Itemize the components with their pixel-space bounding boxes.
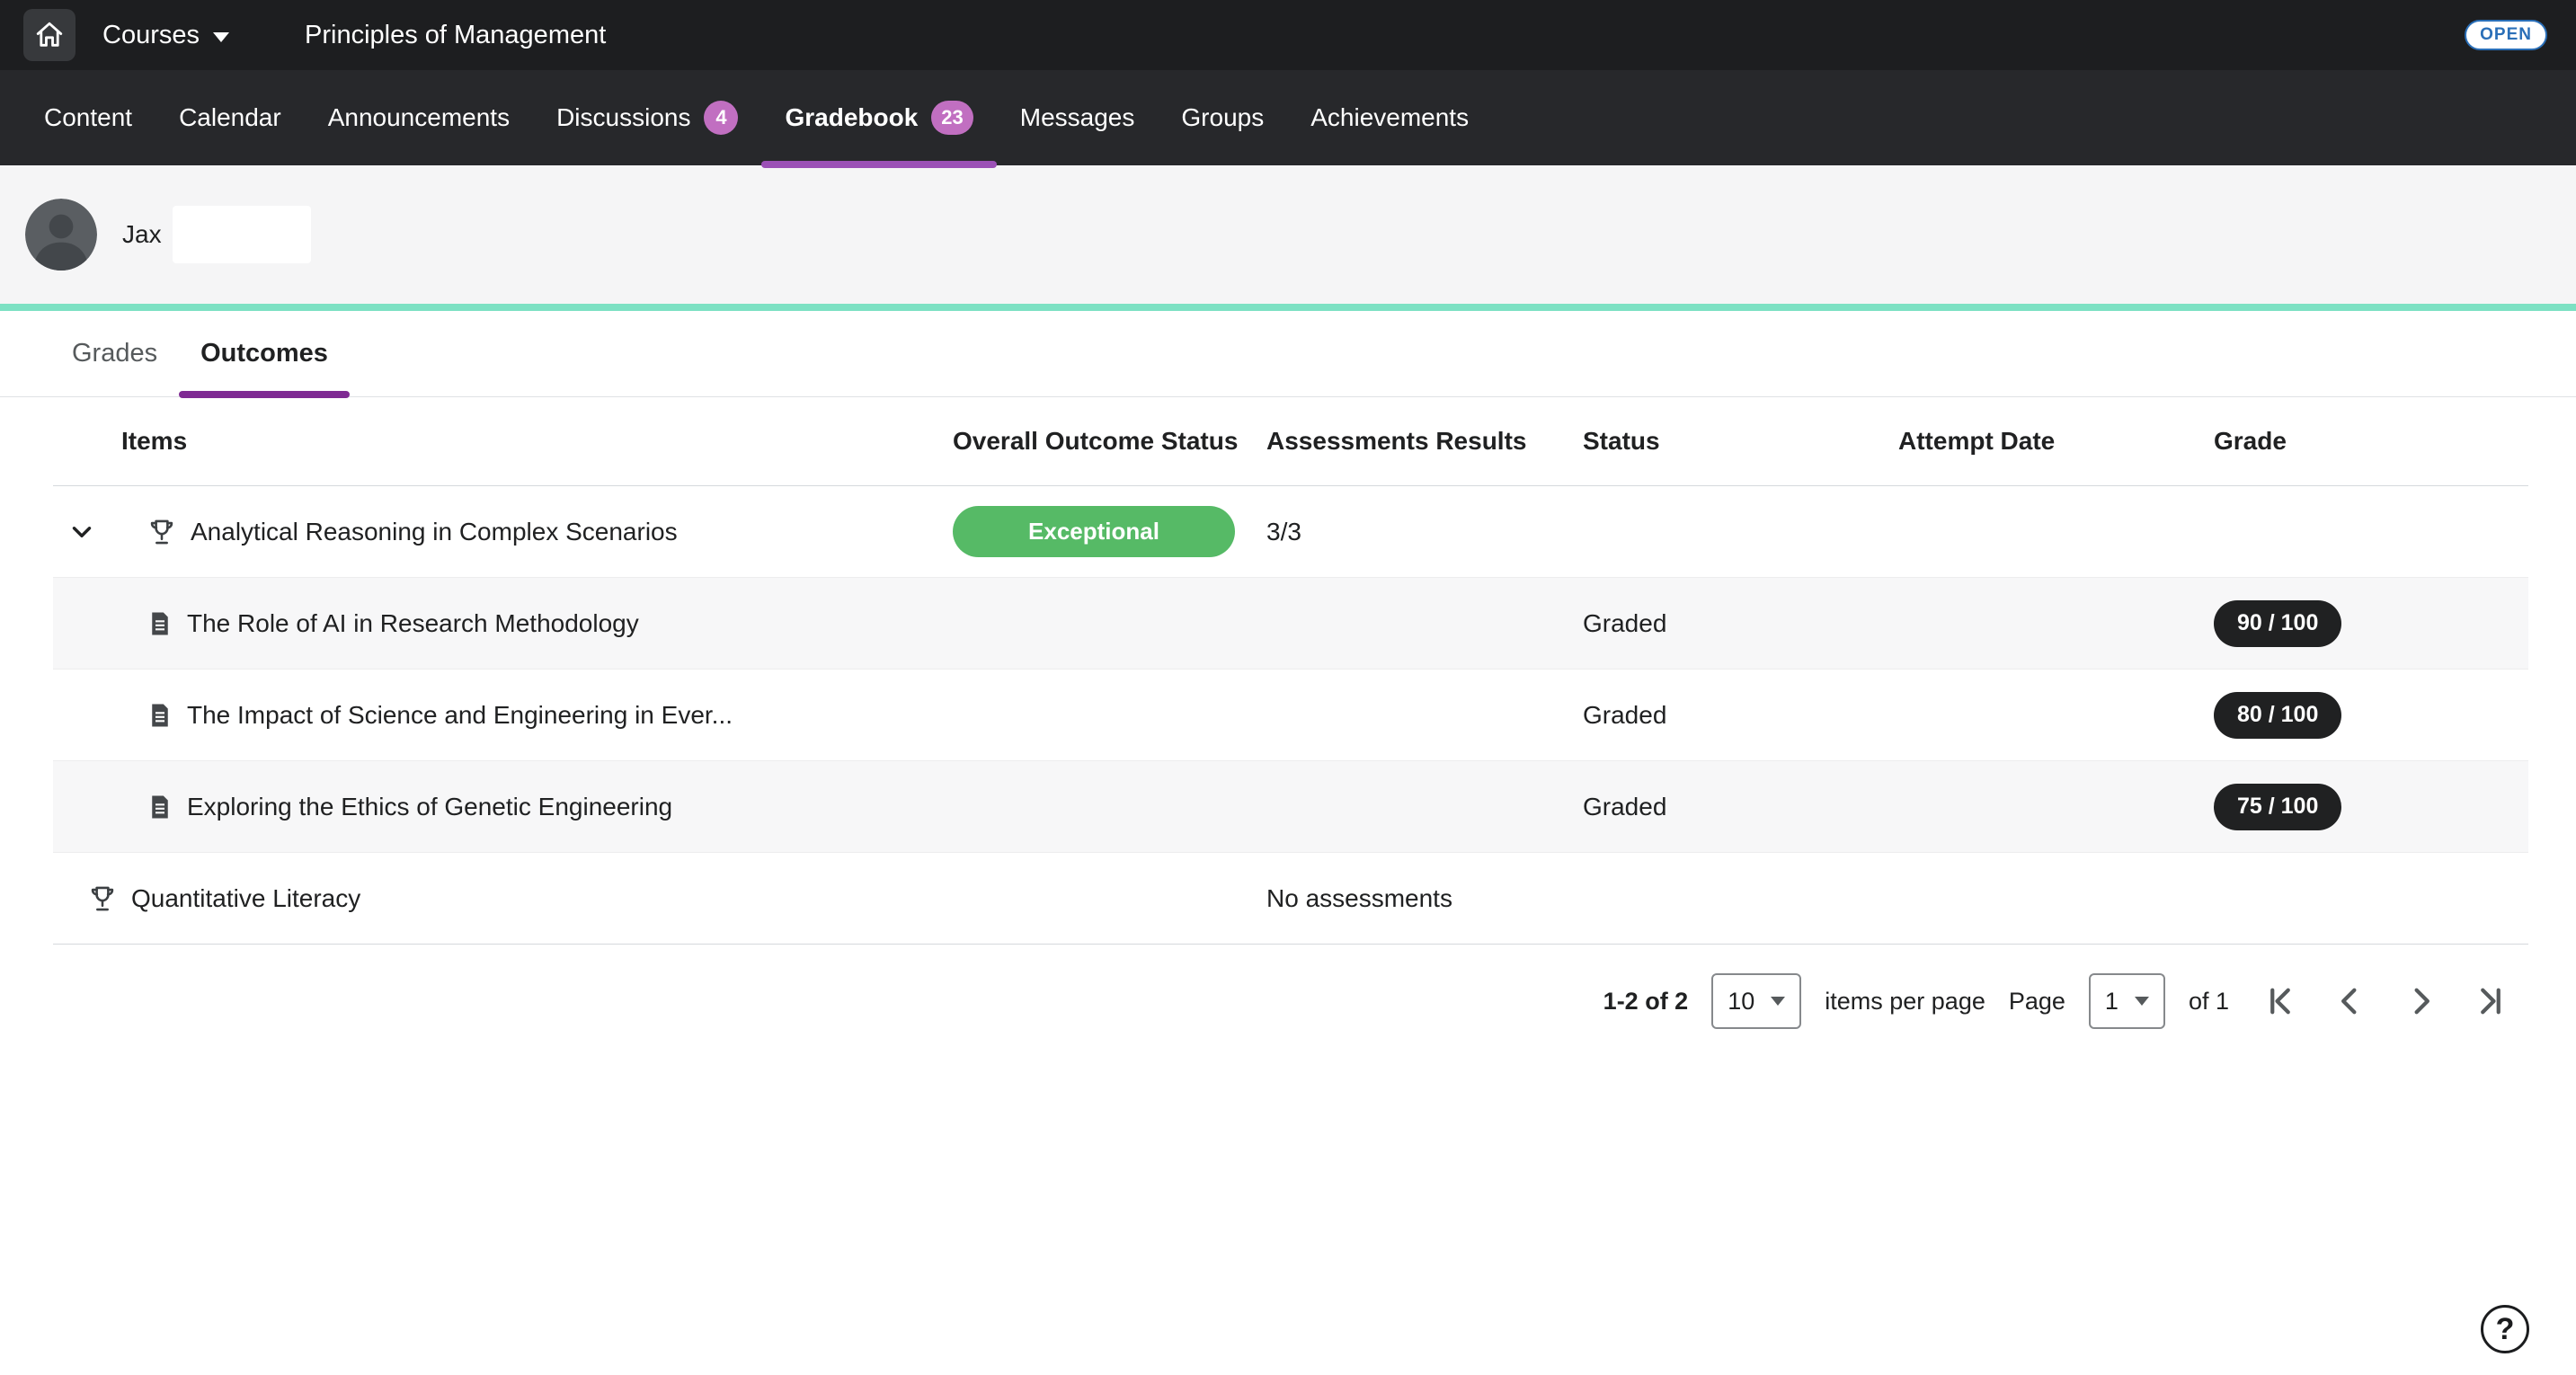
nav-item-discussions[interactable]: Discussions 4 <box>533 70 761 165</box>
assessment-row: Exploring the Ethics of Genetic Engineer… <box>53 761 2528 853</box>
course-navbar: Content Calendar Announcements Discussio… <box>0 70 2576 165</box>
question-mark-icon: ? <box>2496 1312 2515 1347</box>
nav-label: Discussions <box>556 103 690 132</box>
outcome-trophy-icon <box>87 883 118 914</box>
nav-label: Achievements <box>1310 103 1469 132</box>
col-header-overall-outcome-status: Overall Outcome Status <box>953 427 1266 456</box>
collapse-outcome-chevron-icon[interactable] <box>62 512 102 552</box>
chevron-down-icon <box>213 32 229 42</box>
home-icon <box>34 20 65 50</box>
nav-label: Content <box>44 103 132 132</box>
assessment-row: The Impact of Science and Engineering in… <box>53 670 2528 761</box>
tab-outcomes[interactable]: Outcomes <box>179 311 350 396</box>
rows-per-page-value: 10 <box>1728 988 1754 1016</box>
col-header-status: Status <box>1583 427 1898 456</box>
nav-label: Groups <box>1181 103 1264 132</box>
nav-item-gradebook[interactable]: Gradebook 23 <box>761 70 996 165</box>
nav-item-calendar[interactable]: Calendar <box>155 70 305 165</box>
top-bar: Courses Principles of Management OPEN <box>0 0 2576 70</box>
pagination-range: 1-2 of 2 <box>1603 988 1689 1016</box>
page-number-select[interactable]: 1 <box>2089 973 2165 1029</box>
outcome-trophy-icon <box>147 517 177 547</box>
student-header: Jax <box>0 165 2576 304</box>
page-count-label: of 1 <box>2189 988 2229 1016</box>
rows-per-page-select[interactable]: 10 <box>1711 973 1801 1029</box>
gradebook-tabs: Grades Outcomes <box>0 311 2576 397</box>
redacted-last-name <box>173 206 311 263</box>
nav-label: Announcements <box>328 103 510 132</box>
page-label: Page <box>2009 988 2065 1016</box>
col-header-grade: Grade <box>2214 427 2528 456</box>
nav-label: Gradebook <box>785 103 918 132</box>
assessment-row: The Role of AI in Research Methodology G… <box>53 578 2528 670</box>
last-page-icon <box>2472 982 2509 1020</box>
assessment-title: The Role of AI in Research Methodology <box>187 609 639 638</box>
page-number-value: 1 <box>2105 988 2119 1016</box>
nav-item-content[interactable]: Content <box>21 70 155 165</box>
outcome-row: Analytical Reasoning in Complex Scenario… <box>53 486 2528 578</box>
course-title: Principles of Management <box>305 21 606 50</box>
outcome-title: Analytical Reasoning in Complex Scenario… <box>191 518 678 546</box>
outcome-row: Quantitative Literacy No assessments <box>53 853 2528 945</box>
assessments-results-value: No assessments <box>1266 884 1583 913</box>
grade-pill: 80 / 100 <box>2214 692 2341 739</box>
outcome-title: Quantitative Literacy <box>131 884 360 913</box>
assessment-status: Graded <box>1583 609 1898 638</box>
chevron-down-icon <box>2135 997 2149 1006</box>
tab-grades[interactable]: Grades <box>50 311 179 396</box>
pagination-bar: 1-2 of 2 10 items per page Page 1 of 1 <box>0 945 2576 1058</box>
gradebook-count-badge: 23 <box>931 101 973 135</box>
grade-pill: 75 / 100 <box>2214 784 2341 830</box>
chevron-right-icon <box>2402 982 2439 1020</box>
accent-divider <box>0 304 2576 311</box>
student-first-name: Jax <box>122 220 162 249</box>
items-per-page-label: items per page <box>1825 988 1985 1016</box>
assessment-title: Exploring the Ethics of Genetic Engineer… <box>187 793 672 821</box>
assessment-status: Graded <box>1583 793 1898 821</box>
outcomes-table: Items Overall Outcome Status Assessments… <box>53 397 2528 945</box>
document-icon <box>147 702 173 729</box>
document-icon <box>147 794 173 821</box>
assessments-results-value: 3/3 <box>1266 518 1583 546</box>
nav-item-announcements[interactable]: Announcements <box>305 70 533 165</box>
next-page-button[interactable] <box>2400 980 2441 1022</box>
assessment-status: Graded <box>1583 701 1898 730</box>
pagination-controls <box>2260 980 2511 1022</box>
first-page-icon <box>2261 982 2299 1020</box>
nav-item-achievements[interactable]: Achievements <box>1287 70 1492 165</box>
nav-item-groups[interactable]: Groups <box>1158 70 1287 165</box>
chevron-left-icon <box>2332 982 2369 1020</box>
last-page-button[interactable] <box>2470 980 2511 1022</box>
overall-outcome-status-pill: Exceptional <box>953 506 1235 557</box>
table-header-row: Items Overall Outcome Status Assessments… <box>53 397 2528 486</box>
home-button[interactable] <box>23 9 76 61</box>
nav-label: Calendar <box>179 103 281 132</box>
document-icon <box>147 610 173 637</box>
assessment-title: The Impact of Science and Engineering in… <box>187 701 733 730</box>
grade-pill: 90 / 100 <box>2214 600 2341 647</box>
previous-page-button[interactable] <box>2330 980 2371 1022</box>
col-header-attempt-date: Attempt Date <box>1898 427 2214 456</box>
avatar <box>25 199 97 271</box>
chevron-down-icon <box>1771 997 1785 1006</box>
col-header-assessments-results: Assessments Results <box>1266 427 1583 456</box>
help-button[interactable]: ? <box>2481 1305 2529 1353</box>
discussions-count-badge: 4 <box>704 101 738 135</box>
nav-label: Messages <box>1020 103 1135 132</box>
first-page-button[interactable] <box>2260 980 2301 1022</box>
col-header-items: Items <box>53 427 953 456</box>
course-open-badge: OPEN <box>2465 20 2547 50</box>
nav-item-messages[interactable]: Messages <box>997 70 1159 165</box>
courses-label: Courses <box>102 21 200 50</box>
courses-dropdown[interactable]: Courses <box>102 21 229 50</box>
